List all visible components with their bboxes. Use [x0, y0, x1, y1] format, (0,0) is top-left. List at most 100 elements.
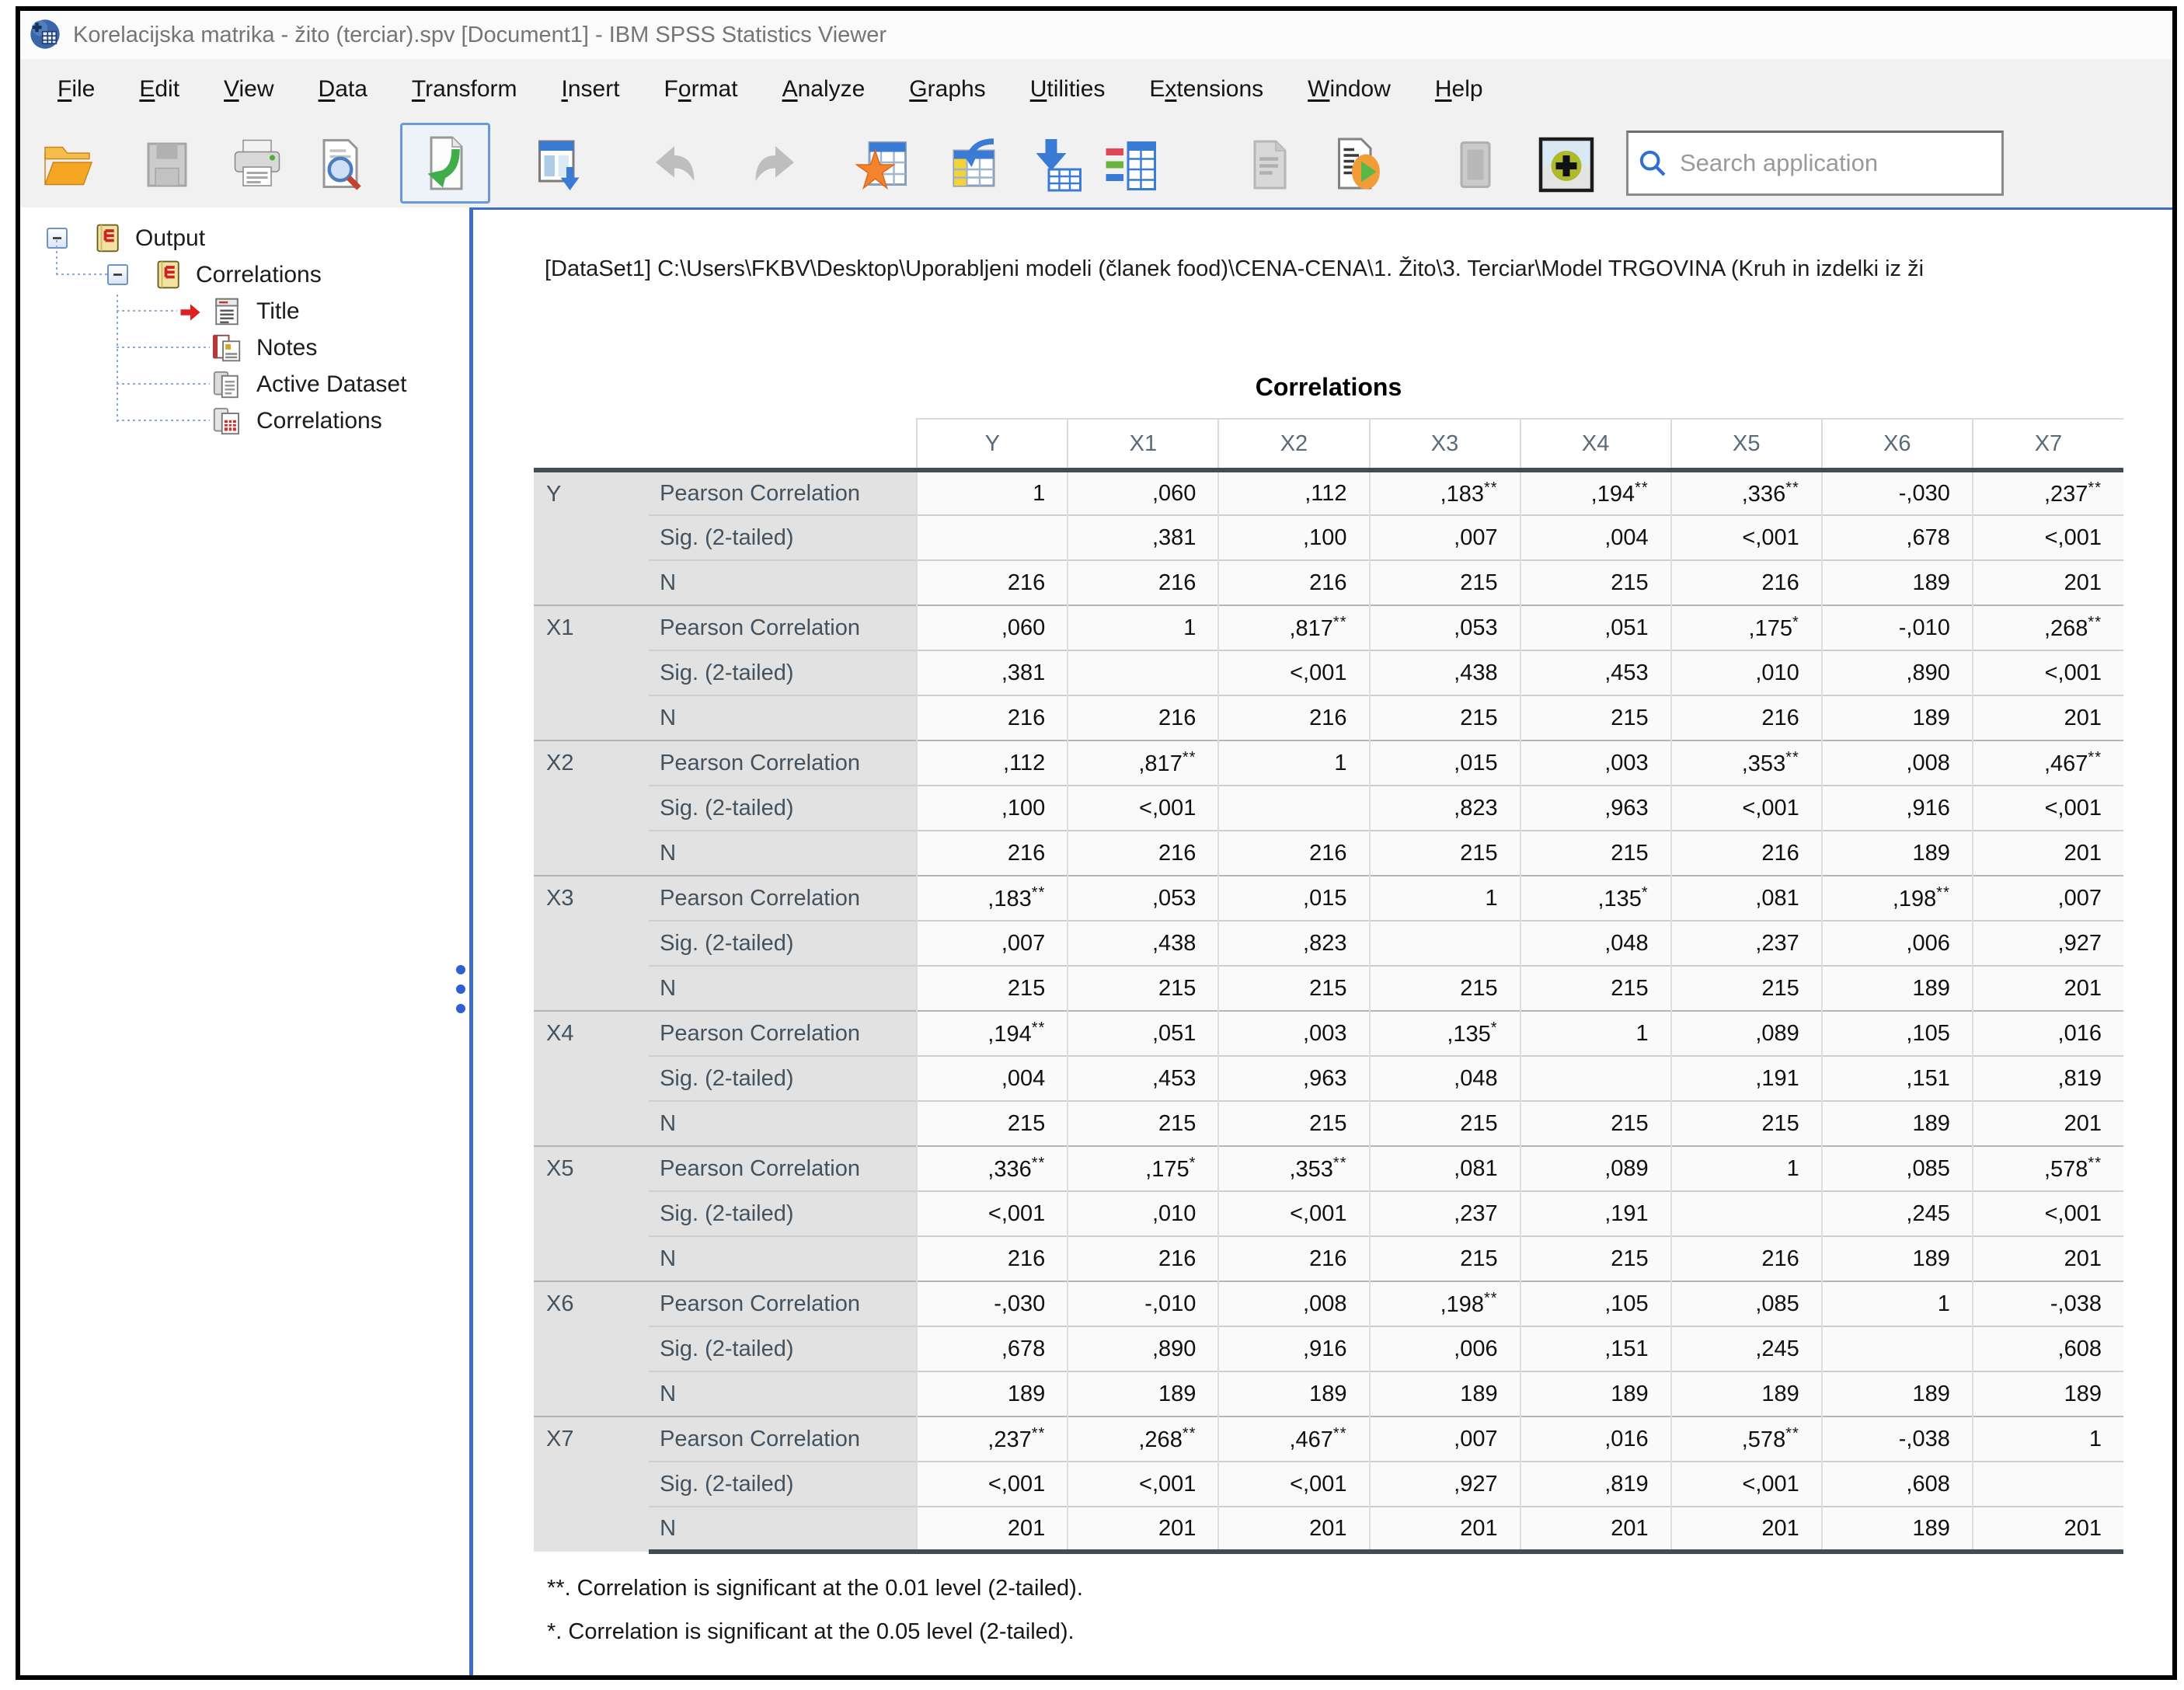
table-cell: ,823 — [1370, 786, 1520, 831]
menu-file[interactable]: File — [57, 76, 95, 103]
row-statistic-label: N — [649, 1236, 917, 1281]
table-cell: <,001 — [1671, 1462, 1822, 1507]
table-cell: 201 — [1973, 695, 2123, 740]
table-cell: ,890 — [1068, 1326, 1218, 1371]
correlations-table: YX1X2X3X4X5X6X7YPearson Correlation1,060… — [534, 418, 2123, 1554]
menu-help[interactable]: Help — [1435, 76, 1483, 103]
row-statistic-label: N — [649, 966, 917, 1011]
table-cell: ,963 — [1218, 1056, 1369, 1101]
table-row: Sig. (2-tailed)<,001<,001<,001,927,819<,… — [534, 1462, 2123, 1507]
print-preview-button[interactable] — [306, 131, 374, 199]
goto-variable-button[interactable] — [939, 131, 1007, 199]
variables-button[interactable] — [1022, 131, 1090, 199]
table-cell: <,001 — [1973, 515, 2123, 560]
menu-format[interactable]: Format — [664, 76, 738, 103]
row-variable-label: X6 — [534, 1281, 649, 1416]
menu-utilities[interactable]: Utilities — [1030, 76, 1106, 103]
recall-dialog-button[interactable] — [525, 131, 594, 199]
dataset-log-text[interactable]: [DataSet1] C:\Users\FKBV\Desktop\Uporabl… — [545, 256, 2172, 282]
menu-insert[interactable]: Insert — [562, 76, 620, 103]
menu-graphs[interactable]: Graphs — [909, 76, 985, 103]
variable-sets-button[interactable] — [1096, 131, 1165, 199]
table-cell: 189 — [1822, 1236, 1973, 1281]
table-cell: ,916 — [1822, 786, 1973, 831]
current-item-arrow-icon — [179, 301, 202, 322]
table-cell: ,008 — [1822, 740, 1973, 786]
select-last-output-button[interactable] — [1441, 131, 1510, 199]
undo-button[interactable] — [640, 131, 709, 199]
table-cell: 216 — [1218, 1236, 1369, 1281]
table-row: N216216216215215216189201 — [534, 695, 2123, 740]
row-variable-label: X7 — [534, 1416, 649, 1552]
table-cell: -,030 — [917, 1281, 1068, 1326]
table-cell: ,245 — [1671, 1326, 1822, 1371]
table-row: X2Pearson Correlation,112,817**1,015,003… — [534, 740, 2123, 786]
significance-stars: ** — [2088, 479, 2102, 497]
window-title: Korelacijska matrika - žito (terciar).sp… — [73, 11, 886, 59]
splitter-grip-dot[interactable] — [456, 984, 465, 994]
menu-data[interactable]: Data — [319, 76, 367, 103]
dataset-icon — [211, 369, 242, 400]
viewer-body: Output Correlations TitleNotesActive Datas… — [20, 207, 2172, 1675]
row-statistic-label: N — [649, 1101, 917, 1146]
table-cell: 1 — [1218, 740, 1369, 786]
table-cell: ,336** — [1671, 470, 1822, 515]
table-row: Sig. (2-tailed)<,001,010<,001,237,191,24… — [534, 1191, 2123, 1236]
table-cell: 215 — [1068, 966, 1218, 1011]
menu-transform[interactable]: Transform — [412, 76, 517, 103]
tree-connector-line — [117, 420, 210, 421]
search-input[interactable] — [1626, 131, 2004, 196]
table-cell: <,001 — [1218, 650, 1369, 695]
outline-pane[interactable]: Output Correlations TitleNotesActive Datas… — [20, 207, 469, 1675]
designate-window-button[interactable] — [1532, 131, 1601, 199]
redo-button[interactable] — [741, 131, 810, 199]
outline-item-output[interactable]: Output — [20, 220, 469, 256]
open-file-button[interactable] — [34, 131, 103, 199]
menu-extensions[interactable]: Extensions — [1149, 76, 1263, 103]
export-button[interactable] — [400, 123, 490, 204]
syntax-document-button[interactable] — [1235, 131, 1303, 199]
splitter-grip-dot[interactable] — [456, 1004, 465, 1013]
redo-icon — [747, 137, 803, 193]
table-cell: 216 — [1068, 560, 1218, 605]
spss-viewer-window: Korelacijska matrika - žito (terciar).sp… — [16, 6, 2177, 1680]
outline-item-correlations[interactable]: Correlations — [20, 402, 469, 439]
menu-window[interactable]: Window — [1308, 76, 1391, 103]
column-header: X6 — [1822, 419, 1973, 470]
table-cell: -,038 — [1822, 1416, 1973, 1462]
table-cell: 215 — [1520, 966, 1671, 1011]
menu-edit[interactable]: Edit — [139, 76, 179, 103]
table-cell: ,237 — [1671, 921, 1822, 966]
run-script-button[interactable] — [1322, 131, 1391, 199]
table-cell: <,001 — [917, 1462, 1068, 1507]
menu-view[interactable]: View — [224, 76, 273, 103]
outline-item-title[interactable]: Title — [20, 293, 469, 329]
pivot-table-title[interactable]: Correlations — [534, 373, 2123, 402]
table-cell: 189 — [1822, 966, 1973, 1011]
print-button[interactable] — [223, 131, 291, 199]
outline-item-active-dataset[interactable]: Active Dataset — [20, 366, 469, 402]
table-cell: 215 — [1218, 1101, 1369, 1146]
table-cell: ,112 — [917, 740, 1068, 786]
table-cell: ,175* — [1068, 1146, 1218, 1191]
table-cell: ,010 — [1068, 1191, 1218, 1236]
column-header: X3 — [1370, 419, 1520, 470]
menu-analyze[interactable]: Analyze — [782, 76, 866, 103]
splitter-grip-dot[interactable] — [456, 965, 465, 974]
table-cell: ,007 — [1370, 1416, 1520, 1462]
run-script-icon — [1329, 137, 1385, 193]
outline-item-notes[interactable]: Notes — [20, 329, 469, 366]
output-pane[interactable]: [DataSet1] C:\Users\FKBV\Desktop\Uporabl… — [473, 207, 2172, 1675]
goto-case-button[interactable] — [849, 131, 918, 199]
table-cell: <,001 — [1671, 786, 1822, 831]
outline-item-label: Active Dataset — [256, 366, 406, 402]
correlations-pivot-table[interactable]: YX1X2X3X4X5X6X7YPearson Correlation1,060… — [534, 418, 2123, 1554]
row-statistic-label: Pearson Correlation — [649, 740, 917, 786]
table-cell: 216 — [1671, 560, 1822, 605]
table-cell: ,608 — [1973, 1326, 2123, 1371]
journal-icon — [92, 223, 123, 254]
save-button[interactable] — [133, 131, 201, 199]
table-cell: ,438 — [1068, 921, 1218, 966]
table-cell: ,353** — [1218, 1146, 1369, 1191]
tree-collapse-toggle[interactable] — [107, 264, 128, 285]
